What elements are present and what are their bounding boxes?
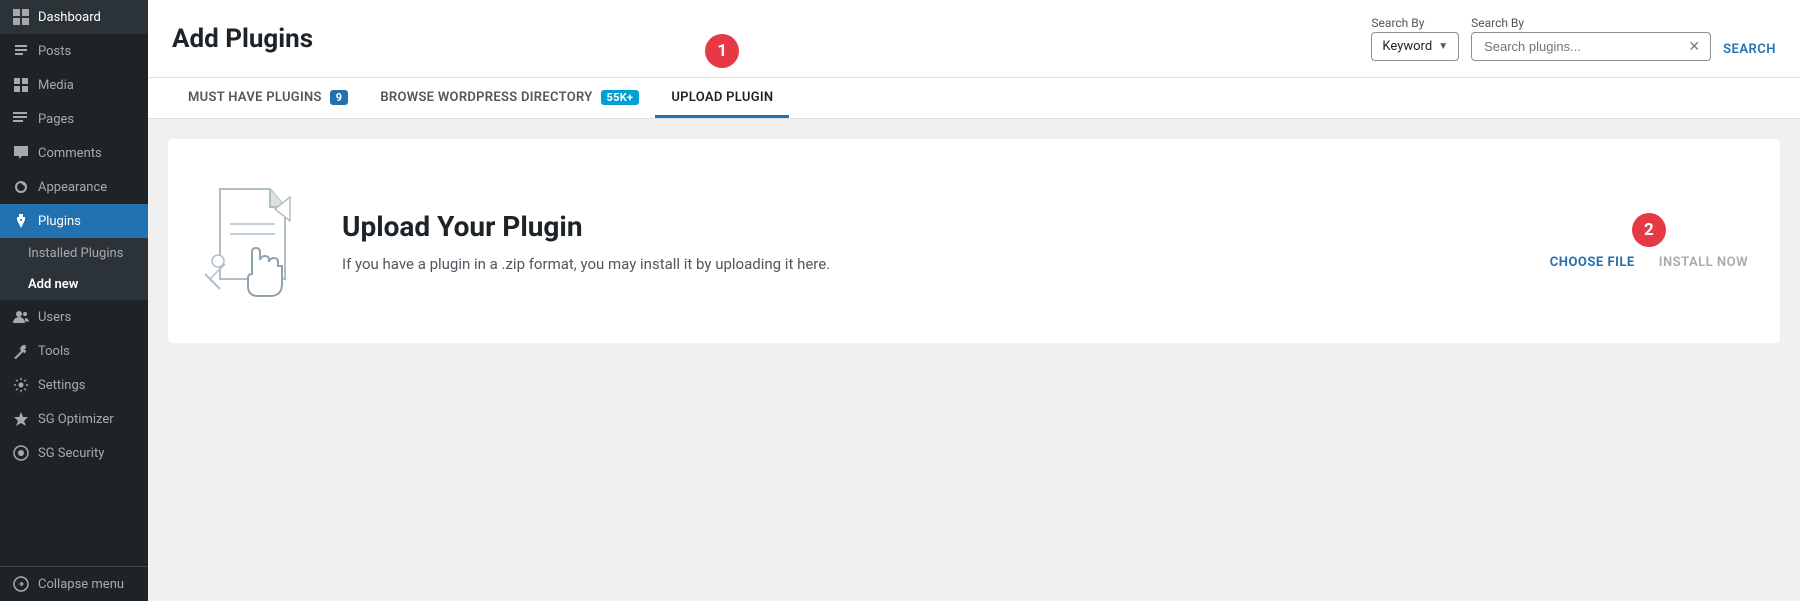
sidebar-item-comments[interactable]: Comments <box>0 136 148 170</box>
search-by-wrapper: Search By Keyword ▼ <box>1371 16 1459 61</box>
search-button-wrapper: SEARCH <box>1723 20 1776 57</box>
collapse-label: Collapse menu <box>38 577 124 592</box>
sidebar-item-plugins-label: Plugins <box>38 214 81 229</box>
installed-plugins-label: Installed Plugins <box>28 246 123 261</box>
search-input-wrapper: Search By ✕ <box>1471 16 1711 61</box>
sidebar-item-sg-security-label: SG Security <box>38 446 104 461</box>
users-icon <box>12 308 30 326</box>
tab-upload-label: UPLOAD PLUGIN <box>671 90 773 105</box>
sidebar-item-sg-security[interactable]: SG Security <box>0 436 148 470</box>
sidebar-item-dashboard-label: Dashboard <box>38 10 101 25</box>
search-label: Search By <box>1471 16 1711 30</box>
page-title: Add Plugins <box>172 24 313 54</box>
sidebar-item-add-new[interactable]: Add new <box>0 269 148 300</box>
upload-description: If you have a plugin in a .zip format, y… <box>342 255 830 273</box>
sidebar: Dashboard Posts Media Pages Comments App… <box>0 0 148 601</box>
sidebar-item-installed-plugins[interactable]: Installed Plugins <box>0 238 148 269</box>
sidebar-item-users[interactable]: Users <box>0 300 148 334</box>
tab-browse-badge: 55K+ <box>601 90 640 105</box>
search-input-wrap: ✕ <box>1471 32 1711 61</box>
search-by-select[interactable]: Keyword ▼ <box>1371 32 1459 61</box>
plugins-icon <box>12 212 30 230</box>
action-circle-2: 2 <box>1632 213 1666 247</box>
sidebar-item-posts[interactable]: Posts <box>0 34 148 68</box>
tab-circle-1: 1 <box>705 34 739 68</box>
choose-file-button[interactable]: CHOOSE FILE <box>1550 255 1635 270</box>
posts-icon <box>12 42 30 60</box>
upload-section: Upload Your Plugin If you have a plugin … <box>168 139 1780 343</box>
sidebar-item-pages[interactable]: Pages <box>0 102 148 136</box>
sidebar-item-comments-label: Comments <box>38 146 102 161</box>
settings-icon <box>12 376 30 394</box>
tab-browse[interactable]: BROWSE WORDPRESS DIRECTORY 55K+ <box>364 78 655 118</box>
sidebar-item-dashboard[interactable]: Dashboard <box>0 0 148 34</box>
upload-illustration <box>200 179 310 303</box>
tabs-bar: MUST HAVE PLUGINS 9 BROWSE WORDPRESS DIR… <box>148 78 1800 119</box>
page-header: Add Plugins Search By Keyword ▼ Search B… <box>148 0 1800 78</box>
sg-optimizer-icon <box>12 410 30 428</box>
tab-must-have-badge: 9 <box>330 90 349 105</box>
sidebar-item-posts-label: Posts <box>38 44 71 59</box>
action-buttons: CHOOSE FILE INSTALL NOW <box>1550 255 1748 270</box>
search-input[interactable] <box>1480 33 1686 60</box>
appearance-icon <box>12 178 30 196</box>
sidebar-item-tools[interactable]: Tools <box>0 334 148 368</box>
add-new-label: Add new <box>28 277 78 292</box>
upload-title: Upload Your Plugin <box>342 210 830 243</box>
tab-must-have-label: MUST HAVE PLUGINS <box>188 90 322 105</box>
search-button[interactable]: SEARCH <box>1723 42 1776 57</box>
sidebar-item-tools-label: Tools <box>38 344 70 359</box>
sidebar-item-media-label: Media <box>38 78 74 93</box>
upload-text: Upload Your Plugin If you have a plugin … <box>342 210 830 273</box>
pages-icon <box>12 110 30 128</box>
sidebar-item-sg-optimizer-label: SG Optimizer <box>38 412 114 427</box>
search-by-value: Keyword <box>1382 39 1432 54</box>
sidebar-item-appearance[interactable]: Appearance <box>0 170 148 204</box>
sidebar-item-appearance-label: Appearance <box>38 180 107 195</box>
dashboard-icon <box>12 8 30 26</box>
tab-browse-label: BROWSE WORDPRESS DIRECTORY <box>380 90 592 105</box>
tab-upload[interactable]: 1 UPLOAD PLUGIN <box>655 78 789 118</box>
sidebar-item-sg-optimizer[interactable]: SG Optimizer <box>0 402 148 436</box>
search-area: Search By Keyword ▼ Search By ✕ SEARCH <box>1371 16 1776 61</box>
chevron-down-icon: ▼ <box>1438 41 1448 52</box>
sidebar-item-users-label: Users <box>38 310 71 325</box>
media-icon <box>12 76 30 94</box>
upload-actions: 2 CHOOSE FILE INSTALL NOW <box>1550 213 1748 270</box>
sidebar-item-pages-label: Pages <box>38 112 74 127</box>
tools-icon <box>12 342 30 360</box>
sidebar-item-settings[interactable]: Settings <box>0 368 148 402</box>
clear-search-icon[interactable]: ✕ <box>1686 38 1702 56</box>
install-now-button[interactable]: INSTALL NOW <box>1659 255 1748 270</box>
comments-icon <box>12 144 30 162</box>
sidebar-item-collapse[interactable]: Collapse menu <box>0 567 148 601</box>
sidebar-item-settings-label: Settings <box>38 378 85 393</box>
collapse-icon <box>12 575 30 593</box>
sidebar-item-plugins[interactable]: Plugins <box>0 204 148 238</box>
sidebar-item-media[interactable]: Media <box>0 68 148 102</box>
search-by-label: Search By <box>1371 16 1459 30</box>
plugins-submenu: Installed Plugins Add new <box>0 238 148 300</box>
tab-must-have[interactable]: MUST HAVE PLUGINS 9 <box>172 78 364 118</box>
sg-security-icon <box>12 444 30 462</box>
main-content: Add Plugins Search By Keyword ▼ Search B… <box>148 0 1800 601</box>
sidebar-bottom: Collapse menu <box>0 566 148 601</box>
